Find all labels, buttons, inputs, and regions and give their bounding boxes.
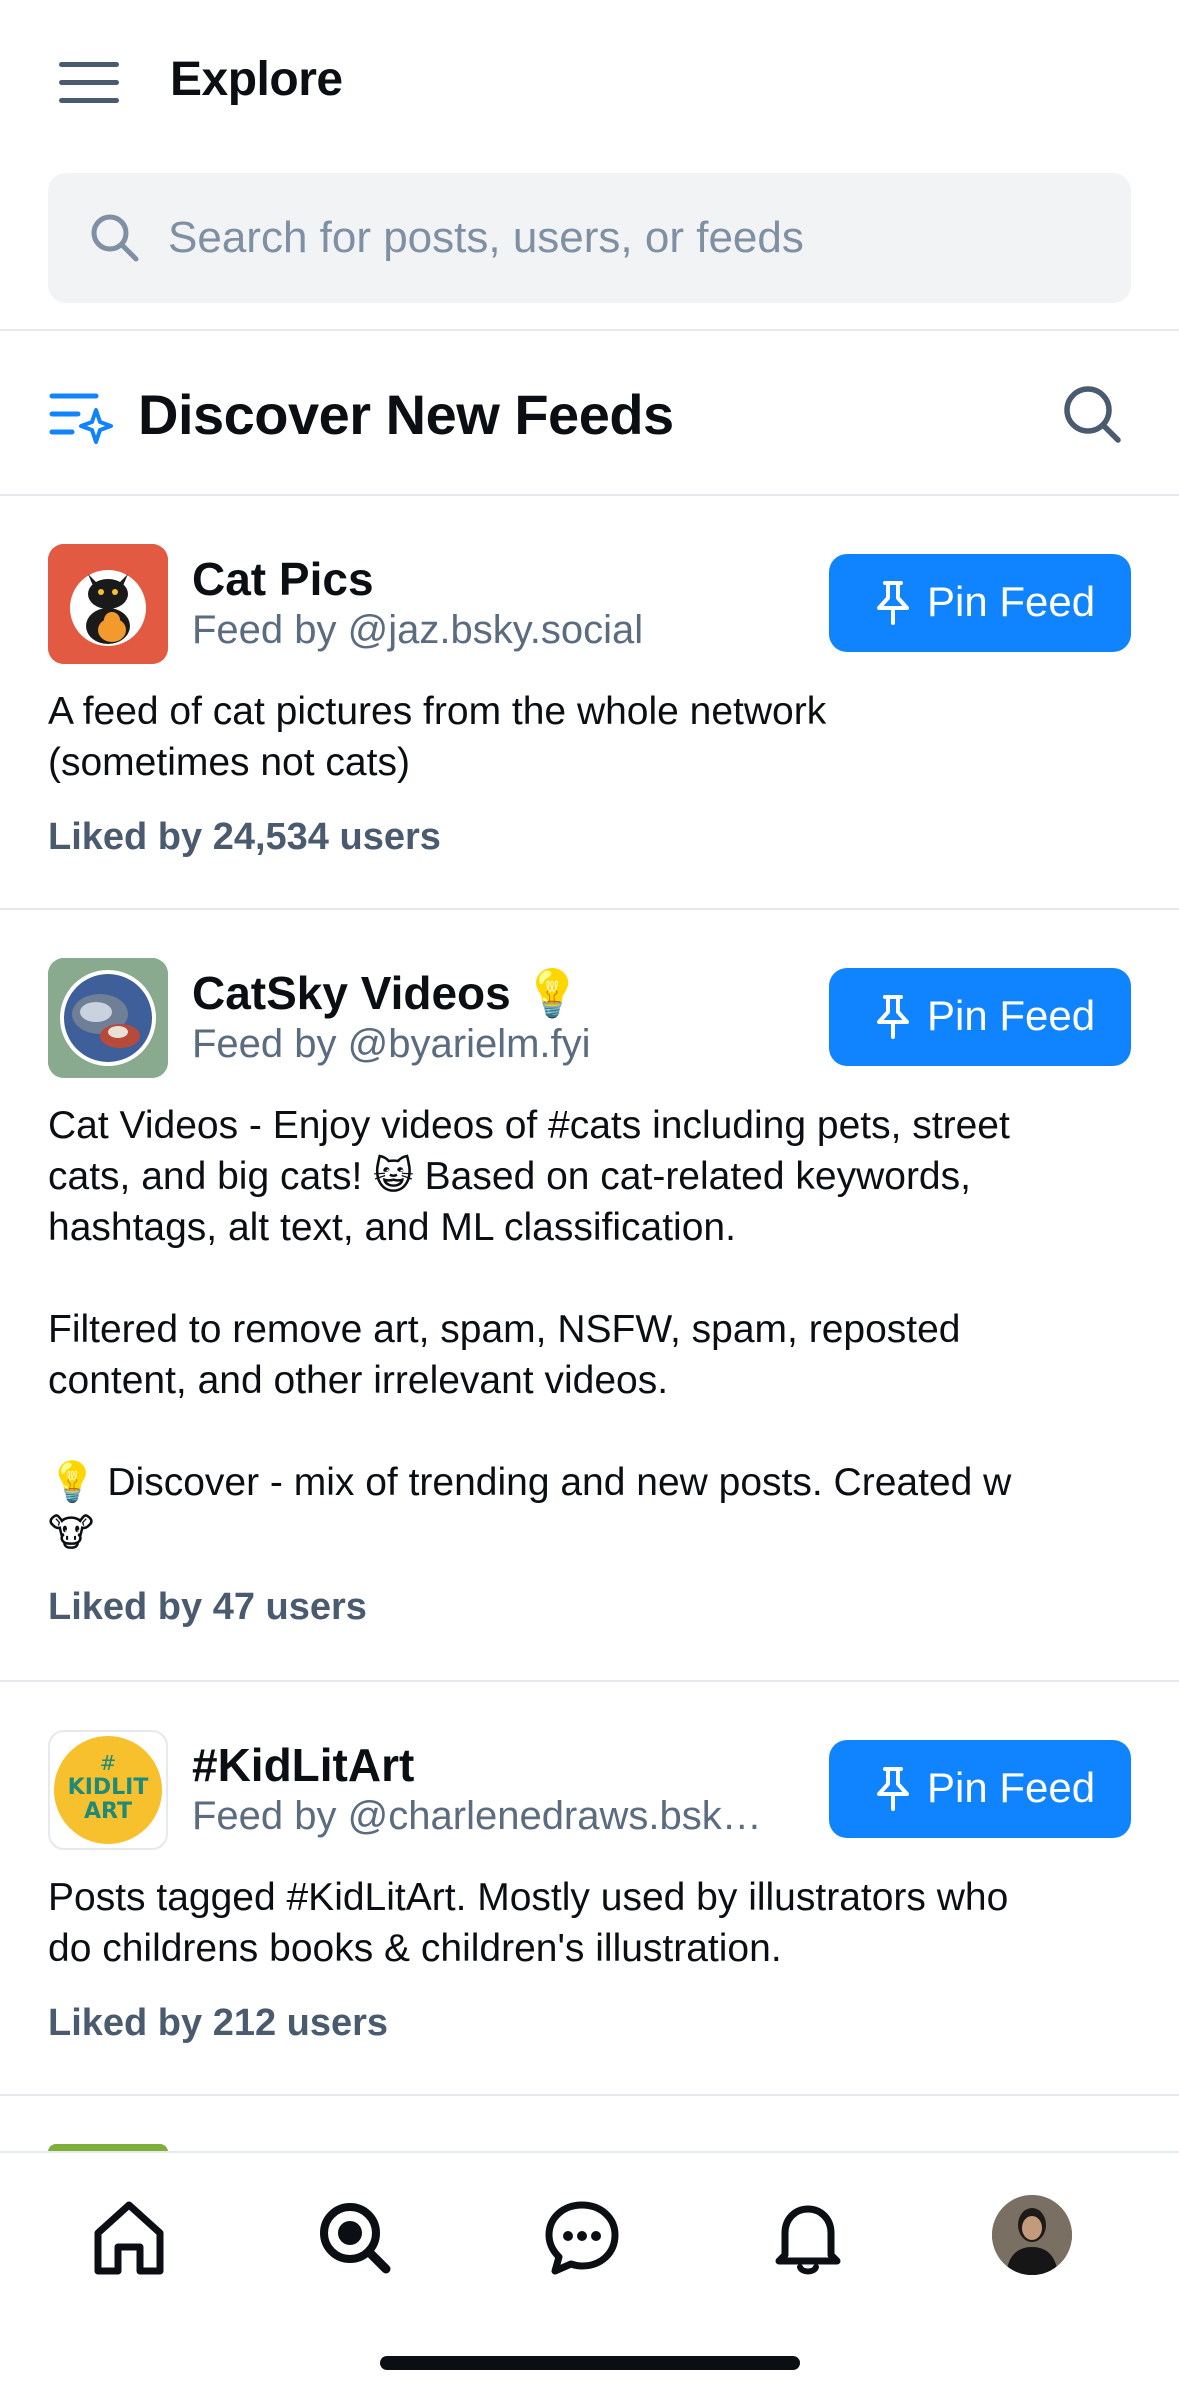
cat-avatar-icon (48, 544, 168, 664)
svg-text:#: # (100, 1751, 117, 1775)
pin-icon (877, 995, 909, 1039)
app-header: Explore (0, 0, 1179, 165)
feed-author: Feed by @byarielm.fyi (192, 1022, 591, 1066)
feed-author: Feed by @jaz.bsky.social (192, 608, 644, 652)
pin-feed-label: Pin Feed (927, 1764, 1096, 1811)
search-icon (91, 214, 139, 262)
feed-card[interactable]: # KIDLIT ART #KidLitArt Feed by @charlen… (0, 1682, 1179, 2094)
pin-feed-button[interactable]: Pin Feed (829, 1740, 1131, 1838)
discover-header: Discover New Feeds (0, 332, 1179, 494)
divider (0, 2094, 1179, 2096)
search-bar[interactable] (48, 173, 1131, 303)
pin-feed-label: Pin Feed (927, 992, 1096, 1039)
search-input[interactable] (168, 201, 1088, 275)
feed-avatar: # KIDLIT ART (48, 1730, 168, 1850)
section-title: Discover New Feeds (138, 383, 674, 446)
feed-likes[interactable]: Liked by 24,534 users (48, 816, 441, 859)
feed-description: Cat Videos - Enjoy videos of #cats inclu… (48, 1104, 1012, 1555)
page-title: Explore (170, 53, 343, 106)
feed-description: A feed of cat pictures from the whole ne… (48, 690, 827, 784)
feed-name[interactable]: CatSky Videos 💡 (192, 966, 581, 1021)
home-indicator (380, 2356, 800, 2370)
kidlitart-logo: # KIDLIT ART (54, 1736, 162, 1844)
svg-text:ART: ART (84, 1799, 132, 1824)
pin-feed-button[interactable]: Pin Feed (829, 554, 1131, 652)
feed-card[interactable]: Cat Pics Feed by @jaz.bsky.social Pin Fe… (0, 496, 1179, 910)
svg-text:KIDLIT: KIDLIT (68, 1775, 149, 1800)
feed-author: Feed by @charlenedraws.bsky... (192, 1794, 772, 1838)
divider (0, 329, 1179, 331)
search-icon[interactable] (1060, 382, 1124, 446)
feed-description: Posts tagged #KidLitArt. Mostly used by … (48, 1876, 1009, 1970)
feed-name[interactable]: #KidLitArt (192, 1738, 414, 1792)
pin-icon (877, 581, 909, 625)
menu-icon[interactable] (56, 58, 122, 108)
feed-likes[interactable]: Liked by 212 users (48, 2002, 388, 2045)
feed-likes[interactable]: Liked by 47 users (48, 1586, 367, 1629)
bell-icon[interactable] (763, 2193, 853, 2283)
pin-feed-button[interactable]: Pin Feed (829, 968, 1131, 1066)
feed-avatar (48, 958, 168, 1078)
chat-icon[interactable] (537, 2193, 627, 2283)
feed-name[interactable]: Cat Pics (192, 552, 374, 606)
sparkle-list-icon (49, 393, 113, 444)
pin-feed-label: Pin Feed (927, 578, 1096, 625)
search-icon[interactable] (310, 2193, 400, 2283)
cat-video-avatar-icon (48, 958, 168, 1078)
home-icon[interactable] (84, 2193, 174, 2283)
feed-card[interactable]: CatSky Videos 💡 Feed by @byarielm.fyi Pi… (0, 910, 1179, 1680)
pin-icon (877, 1767, 909, 1811)
feed-avatar (48, 544, 168, 664)
profile-avatar[interactable] (992, 2195, 1072, 2275)
